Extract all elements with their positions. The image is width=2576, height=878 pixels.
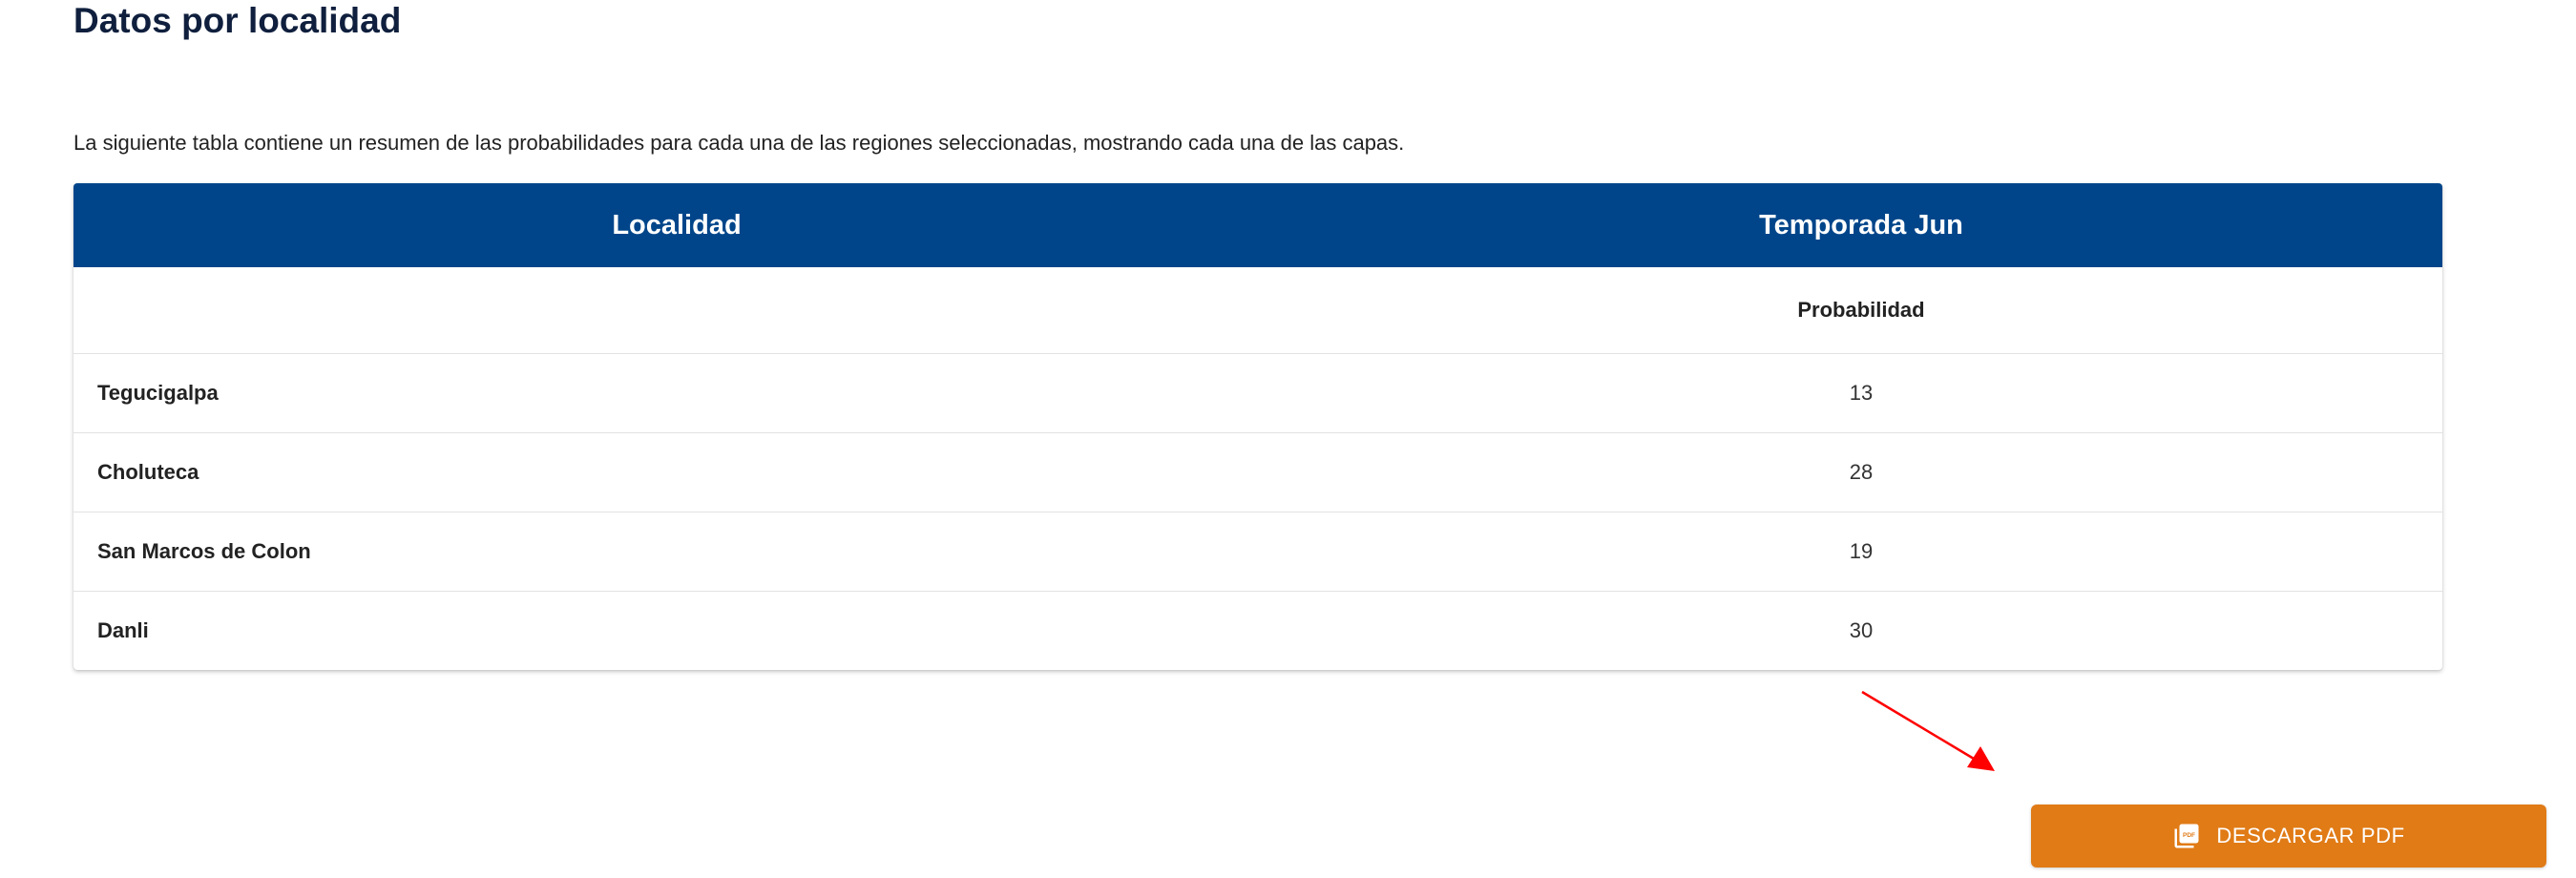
localidad-cell: Danli: [97, 617, 149, 642]
page-title: Datos por localidad: [73, 1, 402, 40]
localidad-cell: Choluteca: [97, 459, 199, 484]
column-header-localidad: Localidad: [612, 209, 742, 240]
pdf-file-icon: PDF: [2172, 822, 2201, 850]
download-pdf-button[interactable]: PDF DESCARGAR PDF: [2031, 805, 2546, 868]
table-row: Tegucigalpa 13: [73, 353, 2442, 432]
probabilidad-cell: 19: [1849, 538, 1874, 563]
probabilidad-cell: 13: [1849, 380, 1874, 405]
localidad-cell: San Marcos de Colon: [97, 538, 311, 563]
svg-text:PDF: PDF: [2183, 832, 2195, 839]
table-description: La siguiente tabla contiene un resumen d…: [73, 131, 1405, 155]
table-subheader-row: Probabilidad: [73, 267, 2442, 353]
locality-data-table: Localidad Temporada Jun Probabilidad Teg…: [73, 183, 2442, 670]
column-header-temporada: Temporada Jun: [1759, 209, 1963, 240]
probabilidad-cell: 28: [1849, 459, 1874, 484]
locality-data-table-card: Localidad Temporada Jun Probabilidad Teg…: [73, 183, 2442, 670]
subheader-probabilidad: Probabilidad: [1797, 297, 1925, 322]
localidad-cell: Tegucigalpa: [97, 380, 219, 405]
subheader-empty-cell: [73, 267, 1280, 353]
table-row: Choluteca 28: [73, 432, 2442, 512]
download-pdf-label: DESCARGAR PDF: [2216, 824, 2405, 847]
table-row: San Marcos de Colon 19: [73, 512, 2442, 591]
table-row: Danli 30: [73, 591, 2442, 670]
table-header-row: Localidad Temporada Jun: [73, 183, 2442, 267]
probabilidad-cell: 30: [1849, 617, 1874, 642]
